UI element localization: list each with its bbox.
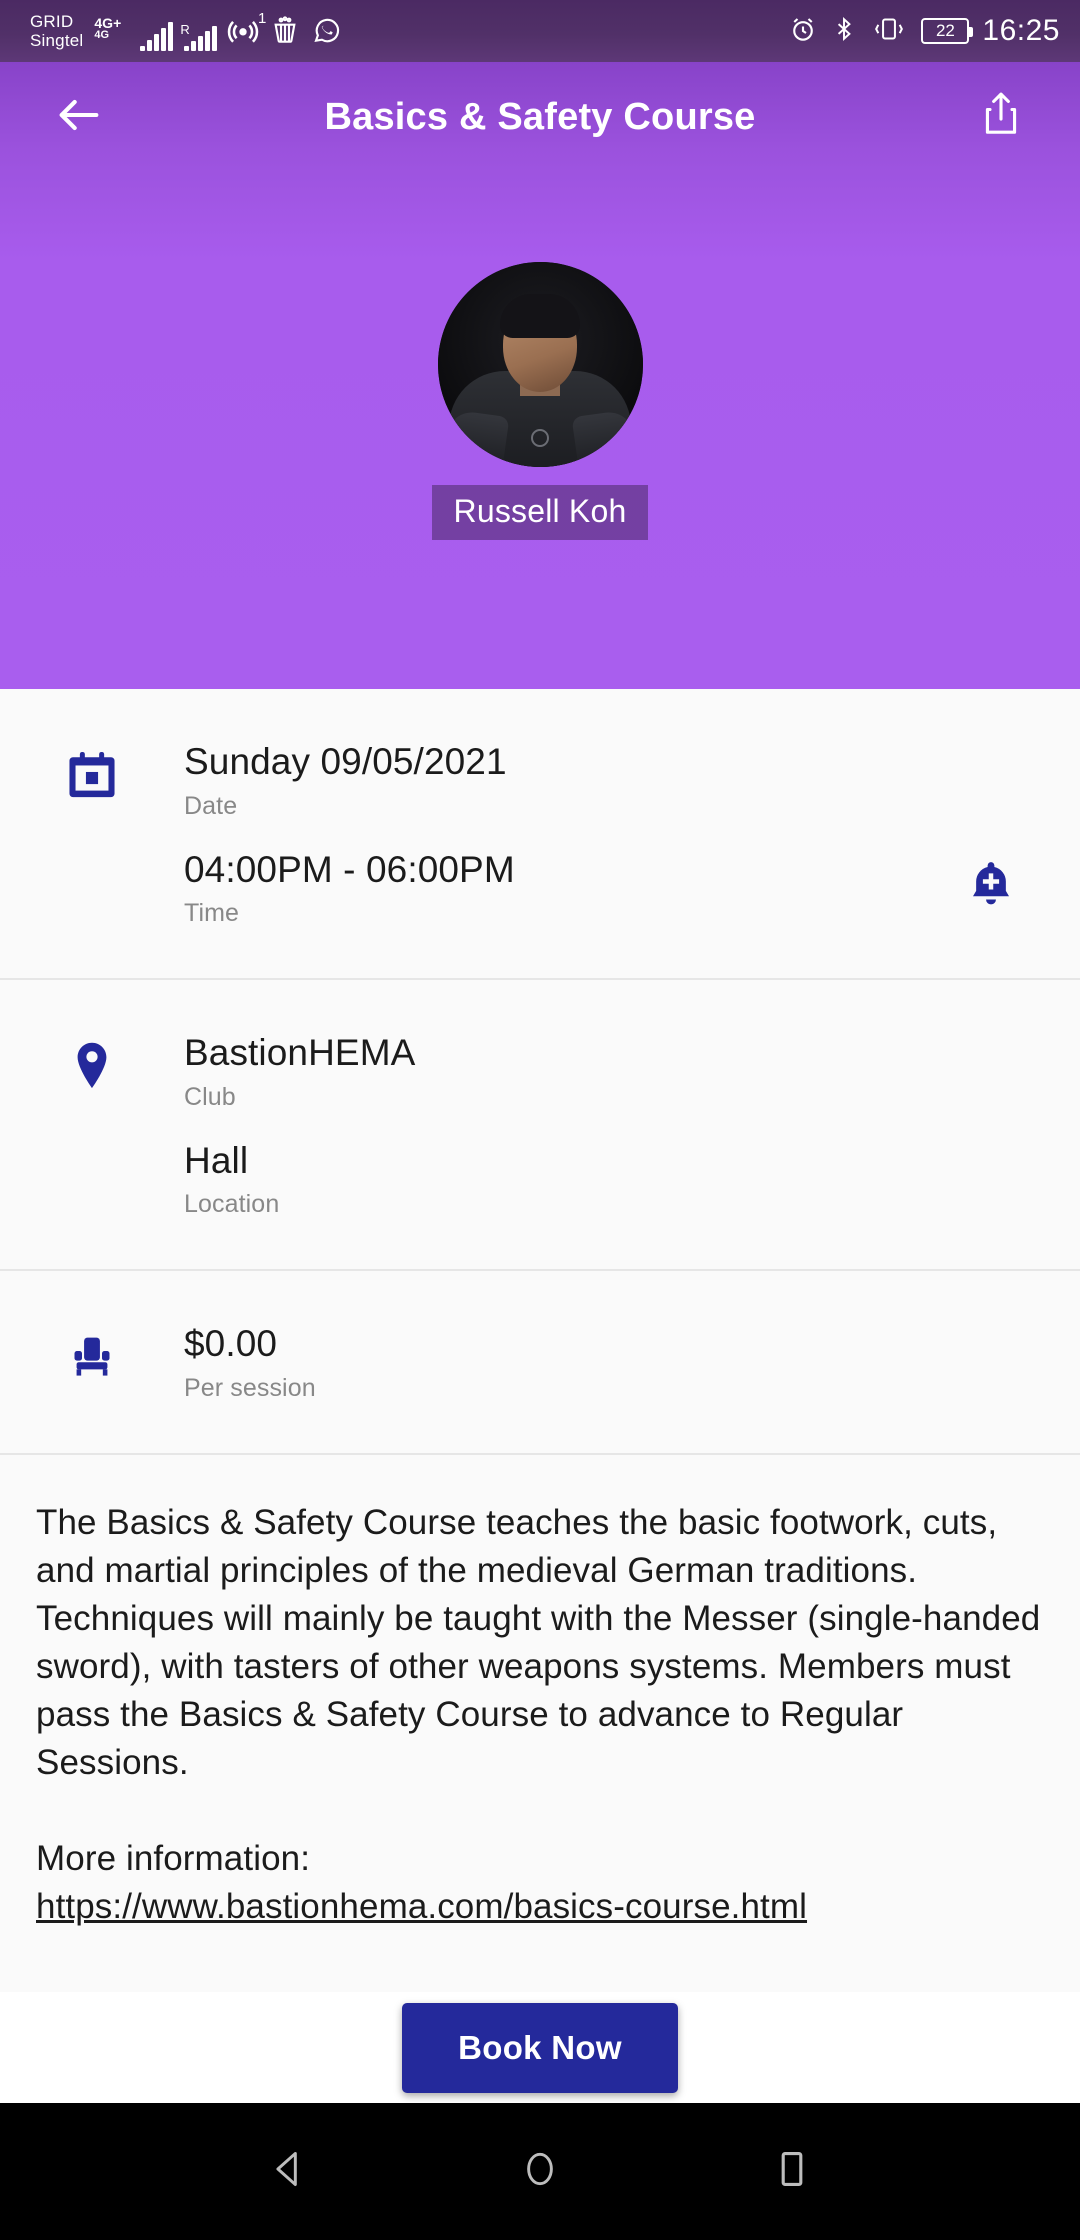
arrow-left-icon [53,89,105,146]
avatar-shirt-logo [531,429,549,447]
app-bar: Basics & Safety Course [0,62,1080,172]
calendar-icon [0,741,184,801]
instructor-block: Russell Koh [0,262,1080,540]
nav-home-icon [518,2147,562,2196]
time-label: Time [184,899,240,928]
date-label: Date [184,791,238,820]
share-icon [979,90,1023,145]
hero-banner: Basics & Safety Course Russell Koh [0,62,1080,689]
bell-plus-icon [964,862,1018,917]
back-button[interactable] [44,82,114,152]
book-now-button[interactable]: Book Now [402,2003,678,2093]
status-bar-icon-group: 4G+ 4G R 1 [94,10,342,51]
more-information-link[interactable]: https://www.bastionhema.com/basics-cours… [36,1883,1044,1931]
battery-percent-label: 22 [935,21,955,40]
description-block: The Basics & Safety Course teaches the b… [0,1455,1080,1939]
location-body: Hall Location [184,1140,1080,1220]
more-information-label: More information: [36,1838,311,1878]
status-bar: GRID Singtel 4G+ 4G R 1 22 16:25 [0,0,1080,62]
date-body: Sunday 09/05/2021 Date [184,741,1080,821]
time-body: 04:00PM - 06:00PM Time [184,849,1080,929]
roaming-label: R [180,21,190,37]
status-bar-right: 22 16:25 [788,14,1060,49]
row-time: 04:00PM - 06:00PM Time [0,835,1080,943]
location-label: Location [184,1190,280,1219]
avatar-hair [500,294,580,338]
nav-home-button[interactable] [500,2132,580,2212]
carrier-name: GRID Singtel [30,12,83,50]
page-title: Basics & Safety Course [324,95,756,138]
cellular-signal-icon-1: 4G+ 4G [94,15,174,51]
nav-back-button[interactable] [248,2132,328,2212]
price-body: $0.00 Per session [184,1323,1080,1403]
hotspot-count-badge: 1 [258,9,267,27]
row-date: Sunday 09/05/2021 Date [0,727,1080,835]
clock-time: 16:25 [982,14,1060,47]
alarm-icon [788,14,818,49]
section-price: $0.00 Per session [0,1271,1080,1455]
hotspot-icon: 1 [226,10,266,51]
app-screen: GRID Singtel 4G+ 4G R 1 22 16:25 Basics … [0,0,1080,2240]
nav-recents-icon [770,2147,814,2196]
cellular-signal-icon-2: R [180,22,218,51]
instructor-name: Russell Koh [431,485,649,540]
row-location: Hall Location [0,1126,1080,1234]
add-reminder-button[interactable] [964,859,1018,918]
club-value: BastionHEMA [184,1032,416,1074]
whatsapp-icon [310,14,342,51]
section-schedule: Sunday 09/05/2021 Date 04:00PM - 06:00PM… [0,689,1080,981]
price-label: Per session [184,1373,316,1402]
location-value: Hall [184,1139,249,1181]
avatar[interactable] [437,262,643,467]
club-label: Club [184,1082,236,1111]
club-body: BastionHEMA Club [184,1032,1080,1112]
status-bar-left: GRID Singtel 4G+ 4G R 1 [20,10,788,51]
network-type-sublabel: 4G [94,28,110,41]
bluetooth-icon [831,14,857,49]
app-notification-icon [269,14,301,51]
description-text: The Basics & Safety Course teaches the b… [36,1502,1041,1782]
vibrate-icon [870,14,908,49]
android-nav-bar [0,2103,1080,2240]
section-venue: BastionHEMA Club Hall Location [0,980,1080,1272]
time-value: 04:00PM - 06:00PM [184,848,515,890]
nav-back-icon [266,2147,310,2196]
carrier-line-2: Singtel [30,31,84,50]
seat-icon [0,1323,184,1381]
row-club: BastionHEMA Club [0,1018,1080,1126]
nav-recents-button[interactable] [752,2132,832,2212]
price-value: $0.00 [184,1323,278,1365]
details-sheet: Sunday 09/05/2021 Date 04:00PM - 06:00PM… [0,689,1080,1939]
signal-bars [140,21,174,51]
carrier-line-1: GRID [30,12,74,31]
location-pin-icon [0,1032,184,1092]
battery-icon: 22 [921,18,974,44]
cta-bar: Book Now [0,1992,1080,2104]
share-button[interactable] [966,82,1036,152]
row-price: $0.00 Per session [0,1309,1080,1417]
date-value: Sunday 09/05/2021 [184,741,507,782]
